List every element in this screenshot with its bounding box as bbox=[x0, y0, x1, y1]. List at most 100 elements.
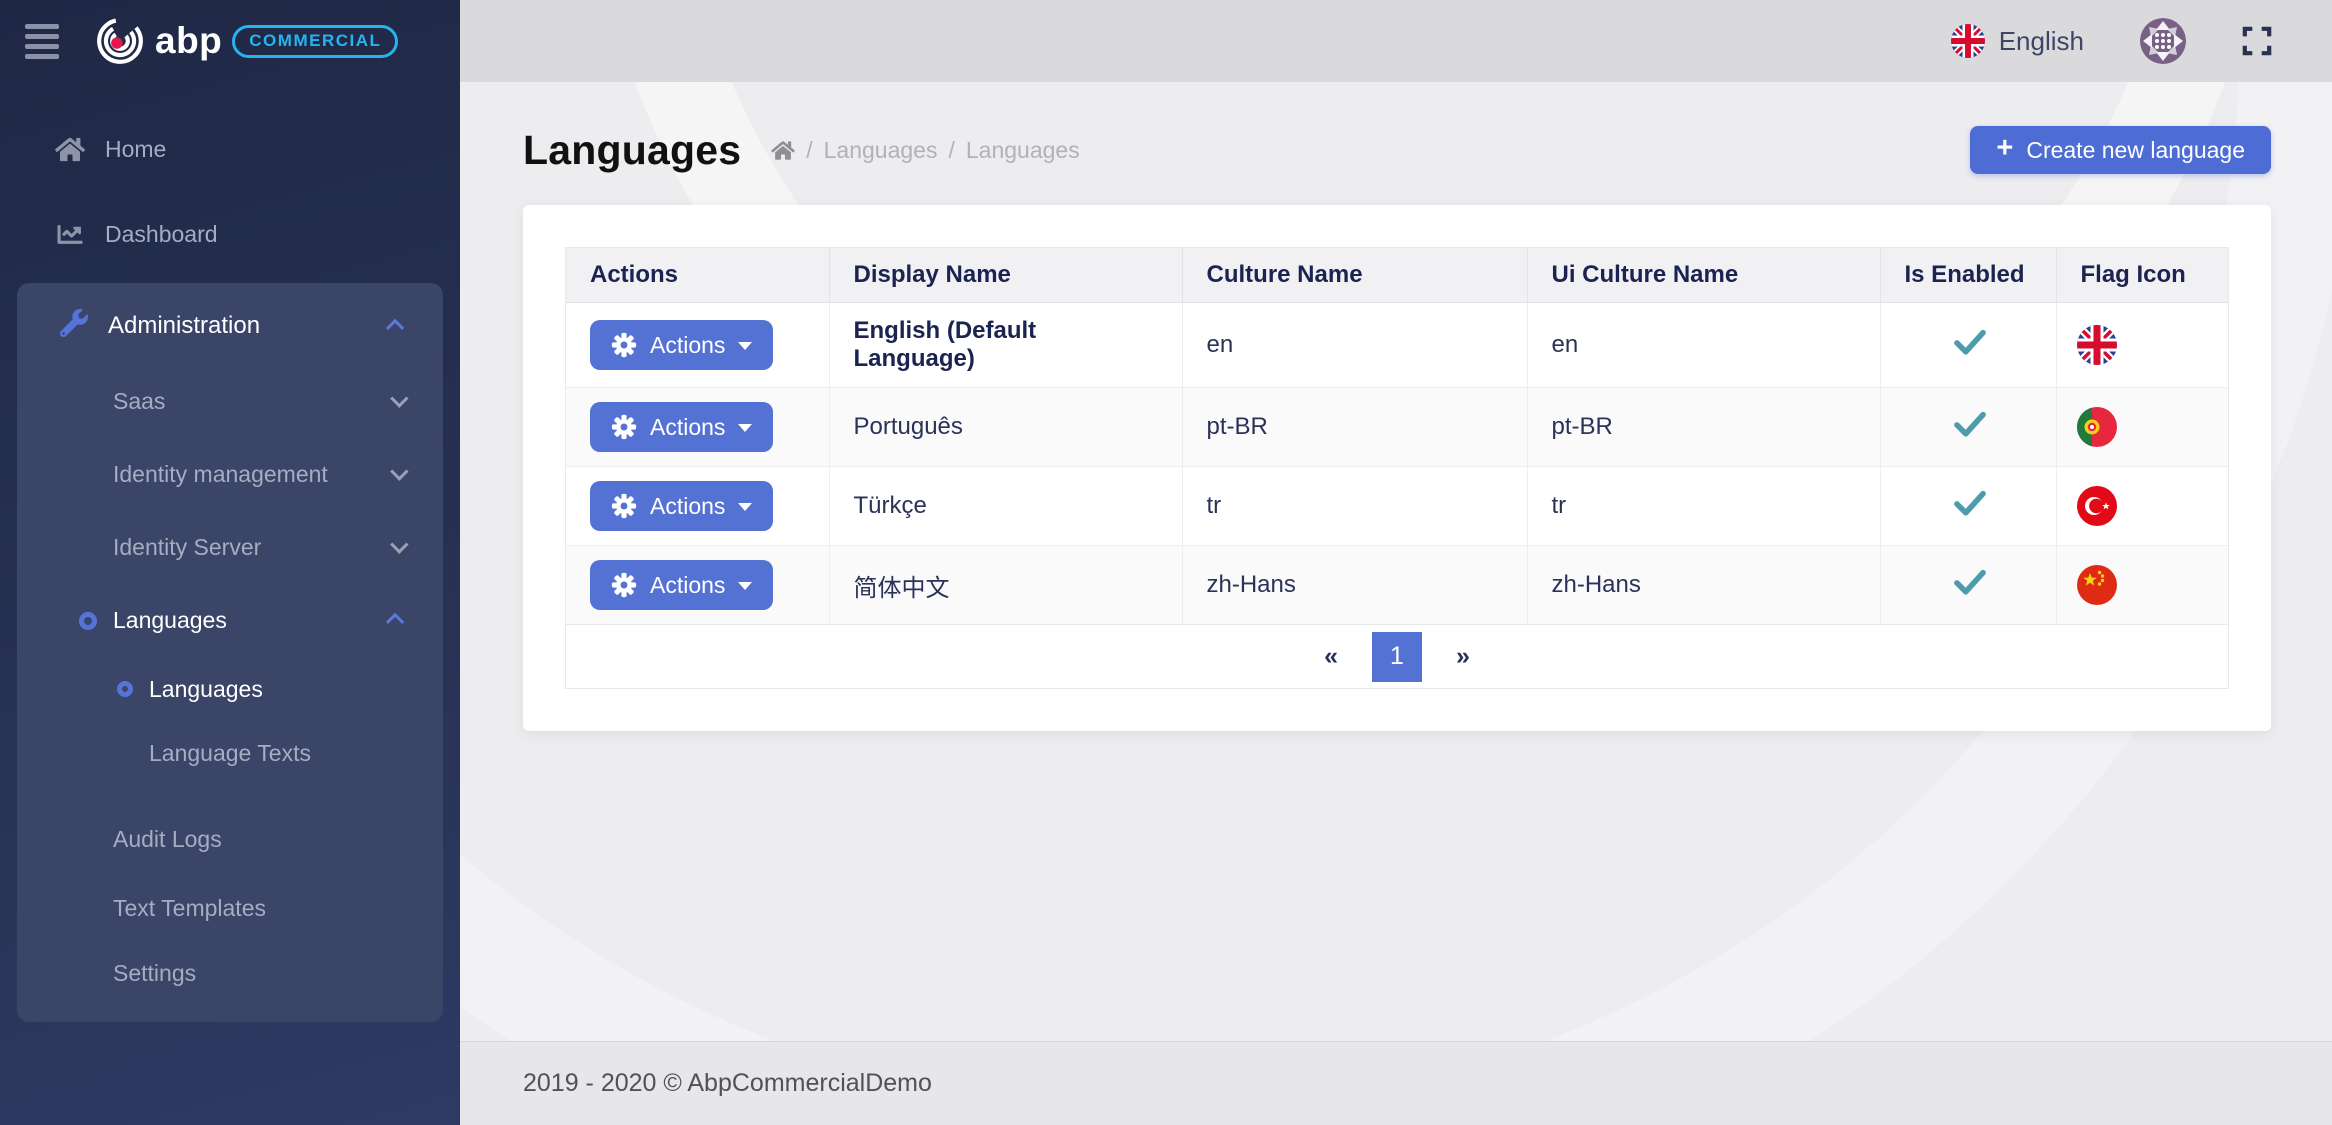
caret-down-icon bbox=[738, 424, 752, 432]
caret-down-icon bbox=[738, 503, 752, 511]
breadcrumb-separator: / bbox=[948, 137, 954, 164]
sidebar-nav: Home Dashboard Administration Saas bbox=[0, 114, 460, 1022]
languages-table: Actions Display Name Culture Name Ui Cul… bbox=[566, 248, 2228, 624]
breadcrumb-separator: / bbox=[806, 137, 812, 164]
check-icon bbox=[1953, 410, 1987, 438]
sidebar-item-identity-management[interactable]: Identity management bbox=[17, 438, 443, 511]
cell-actions: Actions bbox=[566, 388, 829, 467]
sidebar-item-label: Administration bbox=[108, 312, 260, 340]
cell-actions: Actions bbox=[566, 546, 829, 625]
sidebar-item-language-texts[interactable]: Language Texts bbox=[17, 721, 443, 785]
pagination-next-button[interactable]: » bbox=[1446, 642, 1480, 671]
caret-down-icon bbox=[738, 342, 752, 350]
sidebar-item-text-templates[interactable]: Text Templates bbox=[17, 876, 443, 941]
caret-down-icon bbox=[738, 582, 752, 590]
sidebar-item-audit-logs[interactable]: Audit Logs bbox=[17, 803, 443, 876]
breadcrumb-item[interactable]: Languages bbox=[966, 137, 1080, 164]
flag-portugal-icon bbox=[2077, 407, 2117, 447]
page-header: Languages / Languages / Languages + Crea… bbox=[523, 126, 2271, 174]
row-actions-button[interactable]: Actions bbox=[590, 402, 773, 452]
sidebar-item-dashboard[interactable]: Dashboard bbox=[0, 199, 460, 269]
user-avatar[interactable] bbox=[2140, 18, 2186, 64]
sidebar-item-label: Saas bbox=[113, 388, 165, 415]
language-selector[interactable]: English bbox=[1951, 24, 2084, 58]
chevron-down-icon bbox=[390, 389, 408, 407]
breadcrumb-item[interactable]: Languages bbox=[824, 137, 938, 164]
home-icon[interactable] bbox=[771, 140, 795, 161]
plus-icon: + bbox=[1996, 134, 2013, 163]
row-actions-button[interactable]: Actions bbox=[590, 481, 773, 531]
flag-china-icon bbox=[2077, 565, 2117, 605]
cell-display-name: Português bbox=[829, 388, 1182, 467]
actions-button-label: Actions bbox=[650, 332, 725, 359]
cell-flag-icon bbox=[2056, 388, 2228, 467]
pagination-page-1-button[interactable]: 1 bbox=[1372, 632, 1422, 682]
pagination: « 1 » bbox=[566, 624, 2228, 688]
gear-icon bbox=[611, 572, 637, 598]
sidebar-header: abp COMMERCIAL bbox=[0, 0, 460, 82]
cell-flag-icon bbox=[2056, 546, 2228, 625]
cell-display-name: English (Default Language) bbox=[829, 303, 1182, 388]
chevron-up-icon bbox=[386, 318, 404, 336]
footer: 2019 - 2020 © AbpCommercialDemo bbox=[460, 1041, 2332, 1125]
gear-icon bbox=[611, 414, 637, 440]
abp-logo-icon bbox=[95, 16, 145, 66]
cell-is-enabled bbox=[1880, 546, 2056, 625]
cell-culture-name: tr bbox=[1182, 467, 1527, 546]
cell-ui-culture-name: zh-Hans bbox=[1527, 546, 1880, 625]
sidebar-item-administration[interactable]: Administration bbox=[17, 287, 443, 365]
table-row: Actions Português pt-BR pt-BR bbox=[566, 388, 2228, 467]
fullscreen-button[interactable] bbox=[2242, 26, 2272, 56]
sidebar-item-identity-server[interactable]: Identity Server bbox=[17, 511, 443, 584]
cell-flag-icon bbox=[2056, 467, 2228, 546]
row-actions-button[interactable]: Actions bbox=[590, 560, 773, 610]
pagination-prev-button[interactable]: « bbox=[1314, 642, 1348, 671]
brand-name: abp bbox=[155, 20, 222, 62]
dashboard-icon bbox=[55, 222, 85, 247]
chevron-up-icon bbox=[386, 613, 404, 631]
main-content: Languages / Languages / Languages + Crea… bbox=[460, 82, 2332, 1041]
cell-is-enabled bbox=[1880, 467, 2056, 546]
sidebar-item-label: Audit Logs bbox=[113, 826, 222, 853]
column-header-flag-icon: Flag Icon bbox=[2056, 248, 2228, 303]
cell-flag-icon bbox=[2056, 303, 2228, 388]
topbar: English bbox=[460, 0, 2332, 82]
table-header-row: Actions Display Name Culture Name Ui Cul… bbox=[566, 248, 2228, 303]
create-new-language-button[interactable]: + Create new language bbox=[1970, 126, 2271, 174]
page-title: Languages bbox=[523, 127, 741, 174]
sidebar: abp COMMERCIAL Home Dashboard bbox=[0, 0, 460, 1125]
cell-display-name: Türkçe bbox=[829, 467, 1182, 546]
table-row: Actions Türkçe tr tr bbox=[566, 467, 2228, 546]
gear-icon bbox=[611, 332, 637, 358]
administration-menu-group: Administration Saas Identity management … bbox=[17, 283, 443, 1022]
menu-toggle-icon[interactable] bbox=[25, 24, 59, 59]
cell-ui-culture-name: tr bbox=[1527, 467, 1880, 546]
table-row: Actions English (Default Language) en en bbox=[566, 303, 2228, 388]
flag-turkey-icon bbox=[2077, 486, 2117, 526]
cell-actions: Actions bbox=[566, 467, 829, 546]
table-row: Actions 简体中文 zh-Hans zh-Hans bbox=[566, 546, 2228, 625]
brand-logo[interactable]: abp COMMERCIAL bbox=[95, 16, 398, 66]
breadcrumb: / Languages / Languages bbox=[771, 137, 1079, 164]
cell-is-enabled bbox=[1880, 388, 2056, 467]
row-actions-button[interactable]: Actions bbox=[590, 320, 773, 370]
sidebar-item-home[interactable]: Home bbox=[0, 114, 460, 184]
sidebar-item-languages-group[interactable]: Languages bbox=[17, 584, 443, 657]
sidebar-item-label: Dashboard bbox=[105, 221, 218, 248]
actions-button-label: Actions bbox=[650, 493, 725, 520]
dot-icon bbox=[79, 612, 97, 630]
flag-united-kingdom-icon bbox=[1951, 24, 1985, 58]
current-language-label: English bbox=[1999, 26, 2084, 57]
column-header-display-name: Display Name bbox=[829, 248, 1182, 303]
wrench-icon bbox=[60, 309, 88, 344]
cell-actions: Actions bbox=[566, 303, 829, 388]
sidebar-item-label: Text Templates bbox=[113, 895, 266, 922]
sidebar-item-languages[interactable]: Languages bbox=[17, 657, 443, 721]
sidebar-item-settings[interactable]: Settings bbox=[17, 941, 443, 1006]
sidebar-item-saas[interactable]: Saas bbox=[17, 365, 443, 438]
column-header-ui-culture-name: Ui Culture Name bbox=[1527, 248, 1880, 303]
brand-badge: COMMERCIAL bbox=[232, 25, 398, 58]
chevron-down-icon bbox=[390, 535, 408, 553]
check-icon bbox=[1953, 489, 1987, 517]
actions-button-label: Actions bbox=[650, 414, 725, 441]
